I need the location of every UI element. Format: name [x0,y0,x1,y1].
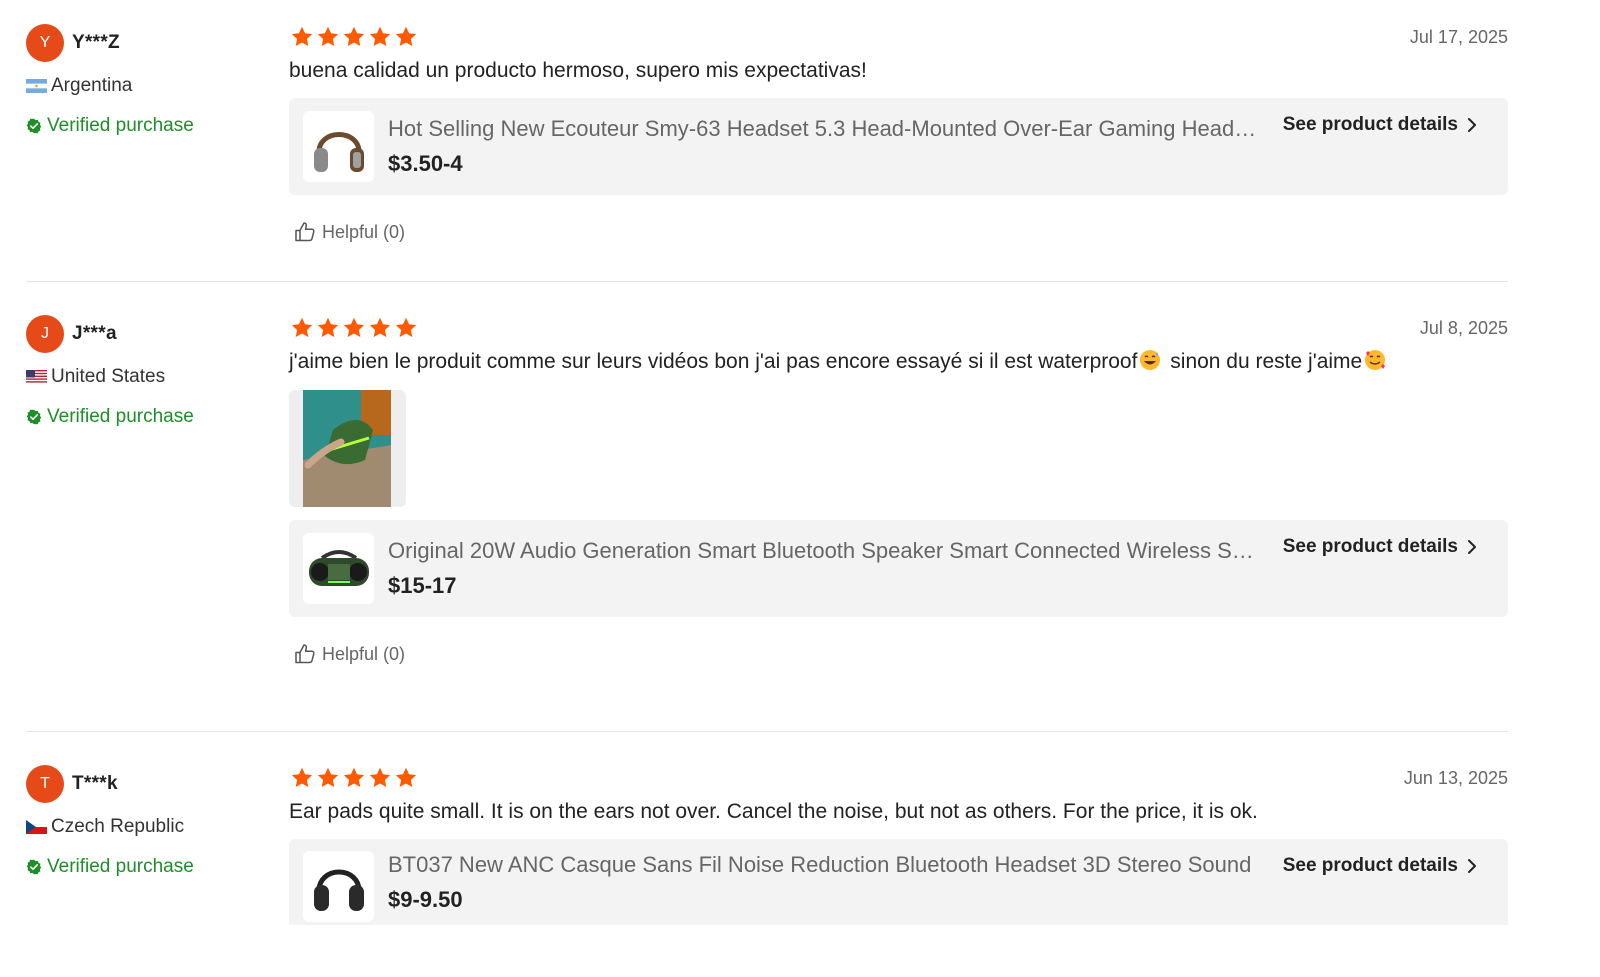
star-icon [342,316,366,340]
verified-purchase-label: Verified purchase [47,856,194,877]
star-icon [368,766,392,790]
reviewer-info: Y Y***Z Argentina Verified purchase [26,0,289,281]
star-icon [290,316,314,340]
helpful-label: Helpful (0) [322,221,406,242]
helpful-button[interactable]: Helpful (0) [293,639,1508,669]
thumbs-up-icon [293,220,317,244]
product-card[interactable]: Hot Selling New Ecouteur Smy-63 Headset … [289,98,1508,195]
review-body: Jul 8, 2025 j'aime bien le produit comme… [289,282,1508,731]
reviewer-info: T T***k Czech Republic Verified purchase [26,732,289,977]
see-product-details-link[interactable]: See product details [1283,855,1478,877]
product-price: $9-9.50 [388,887,463,912]
product-price: $15-17 [388,573,457,598]
chevron-right-icon [1466,858,1478,874]
star-icon [394,316,418,340]
review-text: buena calidad un producto hermoso, super… [289,59,867,82]
review-item: T T***k Czech Republic Verified purchase [26,732,1508,977]
review-date: Jul 17, 2025 [1409,26,1508,47]
review-text-part: j'aime bien le produit comme sur leurs v… [289,350,1138,373]
chevron-right-icon [1466,539,1478,555]
verified-badge-icon [26,859,42,875]
helpful-label: Helpful (0) [322,643,406,664]
star-icon [316,766,340,790]
reviews-list: Y Y***Z Argentina Verified purchase Jul … [26,0,1508,977]
star-icon [394,766,418,790]
product-thumbnail[interactable] [303,533,374,604]
avatar: Y [26,24,64,62]
product-price: $3.50-4 [388,151,463,176]
see-product-details-label: See product details [1282,855,1458,876]
helpful-button[interactable]: Helpful (0) [293,217,1508,247]
review-text: Ear pads quite small. It is on the ears … [289,800,1258,823]
star-icon [316,316,340,340]
product-title[interactable]: Original 20W Audio Generation Smart Blue… [388,537,1258,565]
czech-flag-icon [26,820,47,834]
reviewer-name: Y***Z [72,32,120,53]
product-thumbnail[interactable] [303,111,374,182]
speaker-image [308,549,369,586]
star-rating [290,766,418,790]
product-card[interactable]: Original 20W Audio Generation Smart Blue… [289,520,1508,617]
star-icon [290,766,314,790]
star-icon [394,25,418,49]
smiling-hearts-emoji-icon [1365,350,1386,370]
reviewer-name: J***a [72,323,117,344]
verified-badge-icon [26,118,42,134]
review-photo[interactable] [289,390,406,507]
verified-purchase-label: Verified purchase [47,406,194,427]
avatar: J [26,315,64,353]
speaker-photo-image [303,390,391,507]
star-rating [290,25,418,49]
review-body: Jul 17, 2025 buena calidad un producto h… [289,0,1508,281]
star-icon [290,25,314,49]
review-text: j'aime bien le produit comme sur leurs v… [289,347,1508,376]
avatar: T [26,765,64,803]
product-title[interactable]: BT037 New ANC Casque Sans Fil Noise Redu… [388,851,1258,879]
review-text-part: sinon du reste j'aime [1164,350,1363,373]
verified-purchase-label: Verified purchase [47,115,194,136]
verified-badge-icon [26,409,42,425]
thumbs-up-icon [293,642,317,666]
review-body: Jun 13, 2025 Ear pads quite small. It is… [289,732,1508,977]
product-card[interactable]: BT037 New ANC Casque Sans Fil Noise Redu… [289,839,1508,925]
star-icon [342,25,366,49]
headphones-image [313,869,364,911]
star-rating [290,316,418,340]
review-date: Jul 8, 2025 [1419,317,1508,338]
see-product-details-label: See product details [1282,114,1458,135]
chevron-right-icon [1466,117,1478,133]
product-title[interactable]: Hot Selling New Ecouteur Smy-63 Headset … [388,115,1258,143]
star-icon [342,766,366,790]
reviewer-info: J J***a United States Verified purchase [26,282,289,731]
reviewer-name: T***k [72,773,118,794]
product-thumbnail[interactable] [303,851,374,922]
review-item: J J***a United States Verified purchase … [26,282,1508,732]
star-icon [368,316,392,340]
us-flag-icon [26,370,47,384]
reviewer-country: Czech Republic [51,816,185,837]
argentina-flag-icon [26,79,47,93]
review-item: Y Y***Z Argentina Verified purchase Jul … [26,0,1508,282]
headphones-image [313,131,364,172]
see-product-details-label: See product details [1282,536,1458,557]
reviewer-country: United States [51,366,166,387]
star-icon [316,25,340,49]
see-product-details-link[interactable]: See product details [1283,536,1478,558]
reviewer-country: Argentina [51,75,133,96]
see-product-details-link[interactable]: See product details [1283,114,1478,136]
review-date: Jun 13, 2025 [1403,767,1508,788]
star-icon [368,25,392,49]
grinning-sweat-emoji-icon [1140,350,1161,370]
